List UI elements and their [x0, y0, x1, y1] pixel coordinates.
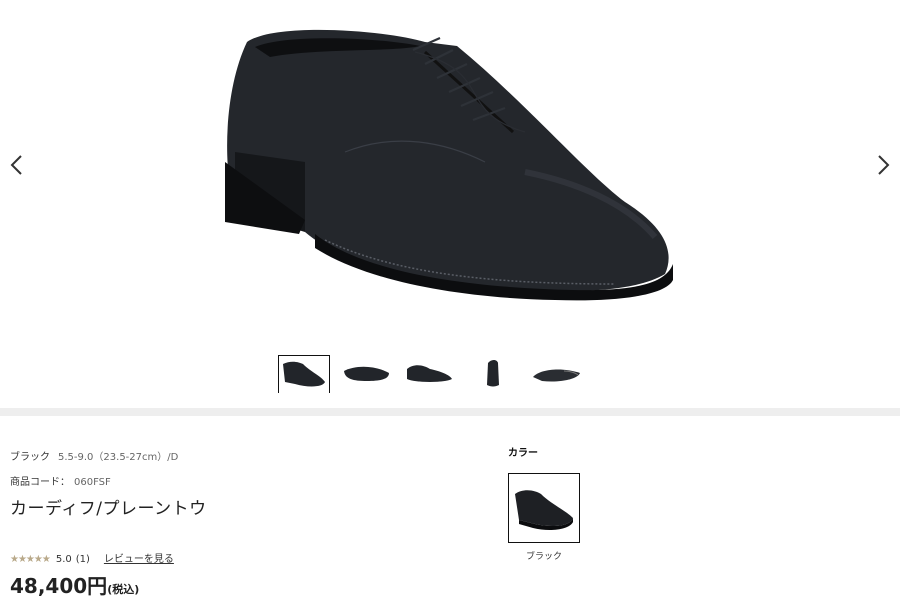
tax-label: (税込)	[107, 583, 140, 596]
thumbnail-sole[interactable]	[530, 355, 582, 393]
review-count: (1)	[75, 554, 90, 565]
product-code-line: 商品コード： 060FSF	[10, 473, 111, 488]
color-swatch-label: ブラック	[525, 552, 562, 562]
product-code-label: 商品コード：	[10, 477, 70, 488]
size-spec: 5.5-9.0（23.5-27cm）/D	[58, 452, 179, 463]
rating-value: 5.0	[55, 554, 72, 565]
rating-row: ★★★★★ 5.0 (1) レビューを見る	[10, 550, 174, 565]
gallery-prev-button[interactable]	[6, 150, 28, 180]
price: 48,400円	[10, 574, 108, 598]
chevron-left-icon	[10, 155, 22, 175]
chevron-right-icon	[878, 155, 890, 175]
thumbnail-strip	[0, 355, 900, 395]
color-swatch-image	[515, 490, 573, 530]
view-reviews-link[interactable]: レビューを見る	[104, 554, 174, 565]
color-name: ブラック	[10, 452, 50, 463]
product-title: カーディフ/プレーントウ	[10, 499, 207, 519]
section-divider	[0, 408, 900, 416]
thumbnail-side-angle[interactable]	[278, 355, 330, 393]
product-gallery	[0, 0, 900, 408]
color-size-line: ブラック 5.5-9.0（23.5-27cm）/D	[10, 448, 178, 463]
thumbnail-back[interactable]	[467, 355, 519, 393]
gallery-next-button[interactable]	[872, 150, 894, 180]
thumbnail-side-outer[interactable]	[404, 355, 456, 393]
color-swatch-black[interactable]	[508, 473, 580, 543]
product-code: 060FSF	[74, 477, 111, 488]
star-rating-icon: ★★★★★	[10, 554, 51, 565]
thumbnail-side[interactable]	[341, 355, 393, 393]
price-row: 48,400円(税込)	[10, 570, 139, 599]
color-selector-label: カラー	[508, 448, 538, 459]
product-main-image	[225, 29, 673, 301]
